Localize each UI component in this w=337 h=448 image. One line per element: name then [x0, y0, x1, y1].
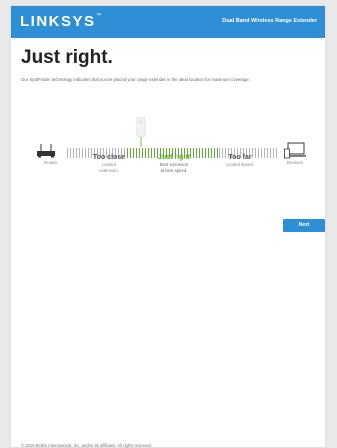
zone-description: Limited speed. [226, 162, 254, 167]
zone-title: Too close [92, 154, 126, 161]
devices-icon [284, 142, 306, 159]
devices-label: Devices [287, 160, 304, 165]
zone-too-far: Too far Limited speed. [205, 154, 275, 168]
page-description: Our SpotFinder technology indicates that… [21, 77, 250, 82]
range-extender-icon [136, 117, 146, 147]
zone-title: Too far [228, 154, 252, 161]
router-icon [37, 144, 55, 158]
header-bar: LINKSYS™ Dual Band Wireless Range Extend… [11, 6, 325, 38]
page-title: Just right. [21, 47, 113, 68]
setup-page: LINKSYS™ Dual Band Wireless Range Extend… [11, 6, 325, 448]
linksys-logo: LINKSYS™ [20, 13, 102, 30]
zone-description: Limited extension. [99, 162, 119, 173]
zone-too-close: Too close Limited extension. [74, 154, 144, 174]
zone-title: Just right [158, 154, 190, 161]
product-name: Dual Band Wireless Range Extender [222, 18, 317, 24]
zone-just-right: Just right Best extension at best speed. [139, 154, 209, 174]
router-label: Router [44, 160, 58, 165]
zone-description: Best extension at best speed. [159, 162, 189, 173]
next-button[interactable]: Next [283, 219, 325, 232]
copyright-footer: © 2016 Belkin International, Inc. and/or… [21, 443, 153, 448]
